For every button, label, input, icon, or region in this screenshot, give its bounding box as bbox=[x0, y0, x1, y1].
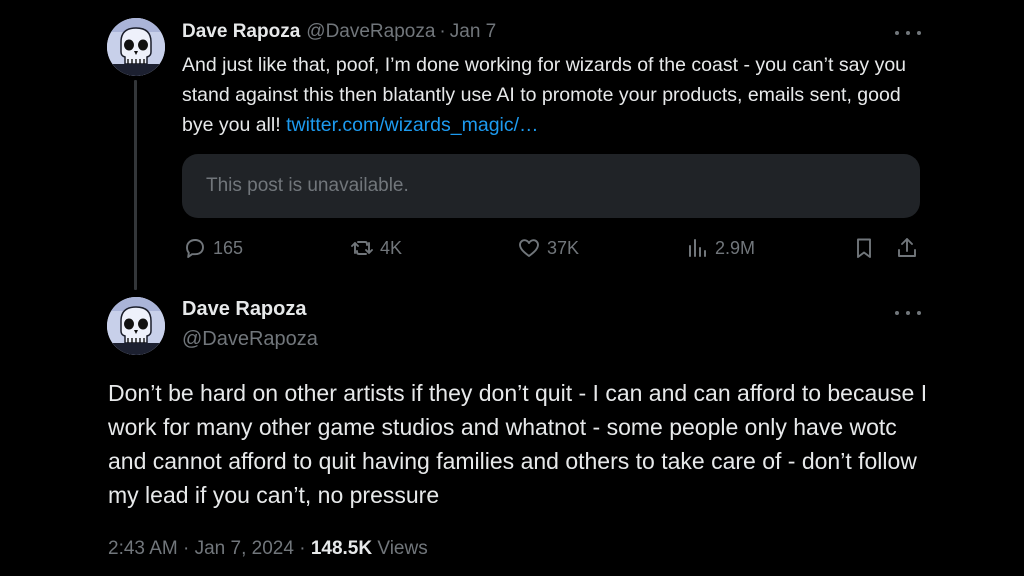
views-button[interactable]: 2.9M bbox=[685, 236, 755, 260]
like-button[interactable]: 37K bbox=[517, 236, 579, 260]
reply-button[interactable]: 165 bbox=[183, 236, 243, 260]
heart-icon bbox=[519, 239, 539, 257]
skull-avatar-image bbox=[107, 297, 165, 355]
author-handle[interactable]: @DaveRapoza bbox=[182, 328, 318, 351]
embedded-post-card[interactable]: This post is unavailable. bbox=[182, 154, 920, 218]
skull-avatar-image bbox=[107, 18, 165, 76]
post-actions: 165 4K 37K 2.9M bbox=[0, 236, 1024, 266]
more-icon[interactable] bbox=[895, 306, 921, 320]
views-label: Views bbox=[377, 538, 428, 559]
view-count: 2.9M bbox=[715, 237, 756, 258]
separator: · bbox=[439, 21, 446, 42]
author-avatar[interactable] bbox=[107, 297, 165, 355]
repost-icon bbox=[351, 241, 373, 255]
repost-button[interactable]: 4K bbox=[350, 236, 402, 260]
analytics-icon bbox=[689, 239, 706, 257]
separator: · bbox=[299, 538, 306, 559]
post-time[interactable]: 2:43 AM bbox=[108, 538, 178, 559]
quoted-post-header: Dave Rapoza @DaveRapoza · Jan 7 bbox=[182, 21, 496, 43]
bookmark-icon bbox=[857, 238, 871, 258]
separator: · bbox=[183, 538, 190, 559]
quoted-post-text: And just like that, poof, I’m done worki… bbox=[182, 50, 922, 140]
main-post-text: Don’t be hard on other artists if they d… bbox=[108, 380, 928, 508]
share-icon bbox=[898, 238, 916, 257]
author-name[interactable]: Dave Rapoza bbox=[182, 21, 300, 43]
author-handle[interactable]: @DaveRapoza bbox=[306, 21, 435, 43]
share-button[interactable] bbox=[895, 236, 919, 260]
post-metadata: 2:43 AM · Jan 7, 2024 · 148.5K Views bbox=[108, 538, 428, 560]
bookmark-button[interactable] bbox=[852, 236, 876, 260]
post-link[interactable]: twitter.com/wizards_magic/… bbox=[286, 114, 538, 136]
reply-icon bbox=[186, 239, 204, 258]
post-date[interactable]: Jan 7 bbox=[450, 21, 496, 43]
tweet-thread: Dave Rapoza @DaveRapoza · Jan 7 And just… bbox=[0, 0, 1024, 576]
reply-count: 165 bbox=[213, 237, 244, 258]
views-count[interactable]: 148.5K bbox=[311, 538, 372, 559]
more-icon[interactable] bbox=[895, 26, 921, 40]
author-avatar[interactable] bbox=[107, 18, 165, 76]
unavailable-notice: This post is unavailable. bbox=[206, 175, 409, 196]
like-count: 37K bbox=[547, 237, 580, 258]
repost-count: 4K bbox=[380, 237, 403, 258]
author-name[interactable]: Dave Rapoza bbox=[182, 298, 307, 321]
post-date[interactable]: Jan 7, 2024 bbox=[195, 538, 294, 559]
